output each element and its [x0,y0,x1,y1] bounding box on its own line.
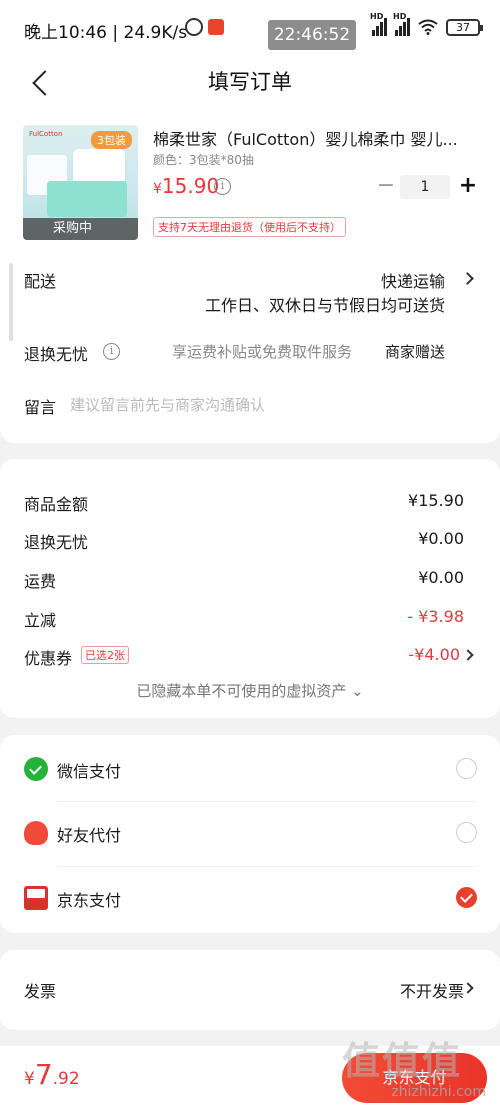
remark-label: 留言 [24,398,57,417]
coupon-count-tag: 已选2张 [81,646,129,664]
nav-bar: 填写订单 [0,58,500,108]
product-image[interactable]: FulCotton 3包装 采购中 [23,125,138,240]
jd-pay-icon [24,886,48,910]
worry-free-info-icon[interactable]: i [103,343,120,360]
page-title: 填写订单 [208,70,292,94]
fee-summary-card: 商品金额 ¥15.90 退换无忧 ¥0.00 运费 ¥0.00 立减 - ¥3.… [0,459,500,718]
product-spec: 颜色：3包装*80抽 [153,153,254,167]
friend-pay-icon [24,821,48,845]
jd-radio-checked[interactable] [456,887,477,908]
price-currency: ¥ [153,181,162,197]
total-integer: 7 [34,1058,53,1091]
coupon-chevron-icon[interactable] [462,649,474,661]
worry-free-desc: 享运费补贴或免费取件服务 [172,343,353,361]
discount-value: - ¥3.98 [407,607,464,626]
coupon-label: 优惠券 [24,649,73,668]
wifi-icon [418,19,438,35]
invoice-chevron-icon[interactable] [462,982,474,994]
watermark-logo: 值值值 [342,1039,463,1083]
goods-amount-label: 商品金额 [24,495,89,514]
quantity-minus-button[interactable]: − [375,174,397,200]
coupon-value[interactable]: -¥4.00 [408,645,460,664]
payment-option-jd[interactable]: 京东支付 [0,866,500,930]
purchasing-overlay: 采购中 [23,218,138,240]
freight-value: ¥0.00 [418,568,464,587]
scroll-indicator [9,263,13,341]
payment-label: 微信支付 [57,762,122,781]
alarm-icon [185,18,203,36]
brand-logo: FulCotton [29,130,63,138]
worry-free-fee-label: 退换无忧 [24,533,89,552]
shipping-chevron-icon[interactable] [461,272,474,285]
hidden-assets-toggle[interactable]: 已隐藏本单不可使用的虚拟资产 ⌄ [0,680,500,701]
return-policy-tag: 支持7天无理由退货（使用后不支持） [153,217,346,237]
payment-option-friend[interactable]: 好友代付 [0,801,500,865]
product-name[interactable]: 棉柔世家（FulCotton）婴儿棉柔巾 婴儿... [153,126,478,150]
price-value: 15.90 [161,174,220,198]
goods-amount-value: ¥15.90 [408,491,464,510]
product-price: ¥15.90 [153,174,219,198]
battery-icon: 37 [446,18,483,36]
signal-icon-2: HD [393,12,410,36]
pack-badge: 3包装 [91,131,132,149]
invoice-value[interactable]: 不开发票 [400,978,464,1002]
invoice-card[interactable]: 发票 不开发票 [0,950,500,1030]
freight-label: 运费 [24,572,57,591]
payment-label: 京东支付 [57,891,122,910]
shipping-schedule: 工作日、双休日与节假日均可送货 [204,296,445,315]
total-currency: ¥ [24,1069,35,1089]
quantity-stepper: − 1 + [375,174,485,200]
shipping-method[interactable]: 快递运输 [381,268,445,292]
quantity-plus-button[interactable]: + [457,174,479,200]
status-time-speed: 晚上10:46 | 24.9K/s [24,23,188,43]
discount-label: 立减 [24,611,57,630]
shipping-label: 配送 [24,272,57,291]
friend-radio[interactable] [456,822,477,843]
app-notification-icon [208,19,224,35]
watermark-url: zhizhizhi.com [391,1084,486,1100]
wechat-pay-icon [24,757,48,781]
payment-option-wechat[interactable]: 微信支付 [0,737,500,801]
order-item-card: FulCotton 3包装 采购中 棉柔世家（FulCotton）婴儿棉柔巾 婴… [0,108,500,443]
worry-free-value: 商家赠送 [384,343,445,361]
worry-free-label: 退换无忧 [24,345,89,364]
signal-icon: HD [370,12,387,36]
worry-free-fee-value: ¥0.00 [418,529,464,548]
clock-overlay: 22:46:52 [268,20,356,50]
total-decimal: .92 [52,1069,80,1089]
payment-label: 好友代付 [57,826,122,845]
price-info-icon[interactable]: i [214,178,231,195]
status-bar: 晚上10:46 | 24.9K/s 22:46:52 HD HD 37 [0,0,500,58]
payment-methods-card: 微信支付 好友代付 京东支付 [0,735,500,933]
quantity-input[interactable]: 1 [400,175,450,199]
invoice-label: 发票 [24,982,57,1001]
wechat-radio[interactable] [456,758,477,779]
product-pack-icon [47,181,127,217]
total-price: ¥7.92 [24,1058,80,1091]
remark-input[interactable]: 建议留言前先与商家沟通确认 [70,394,265,415]
